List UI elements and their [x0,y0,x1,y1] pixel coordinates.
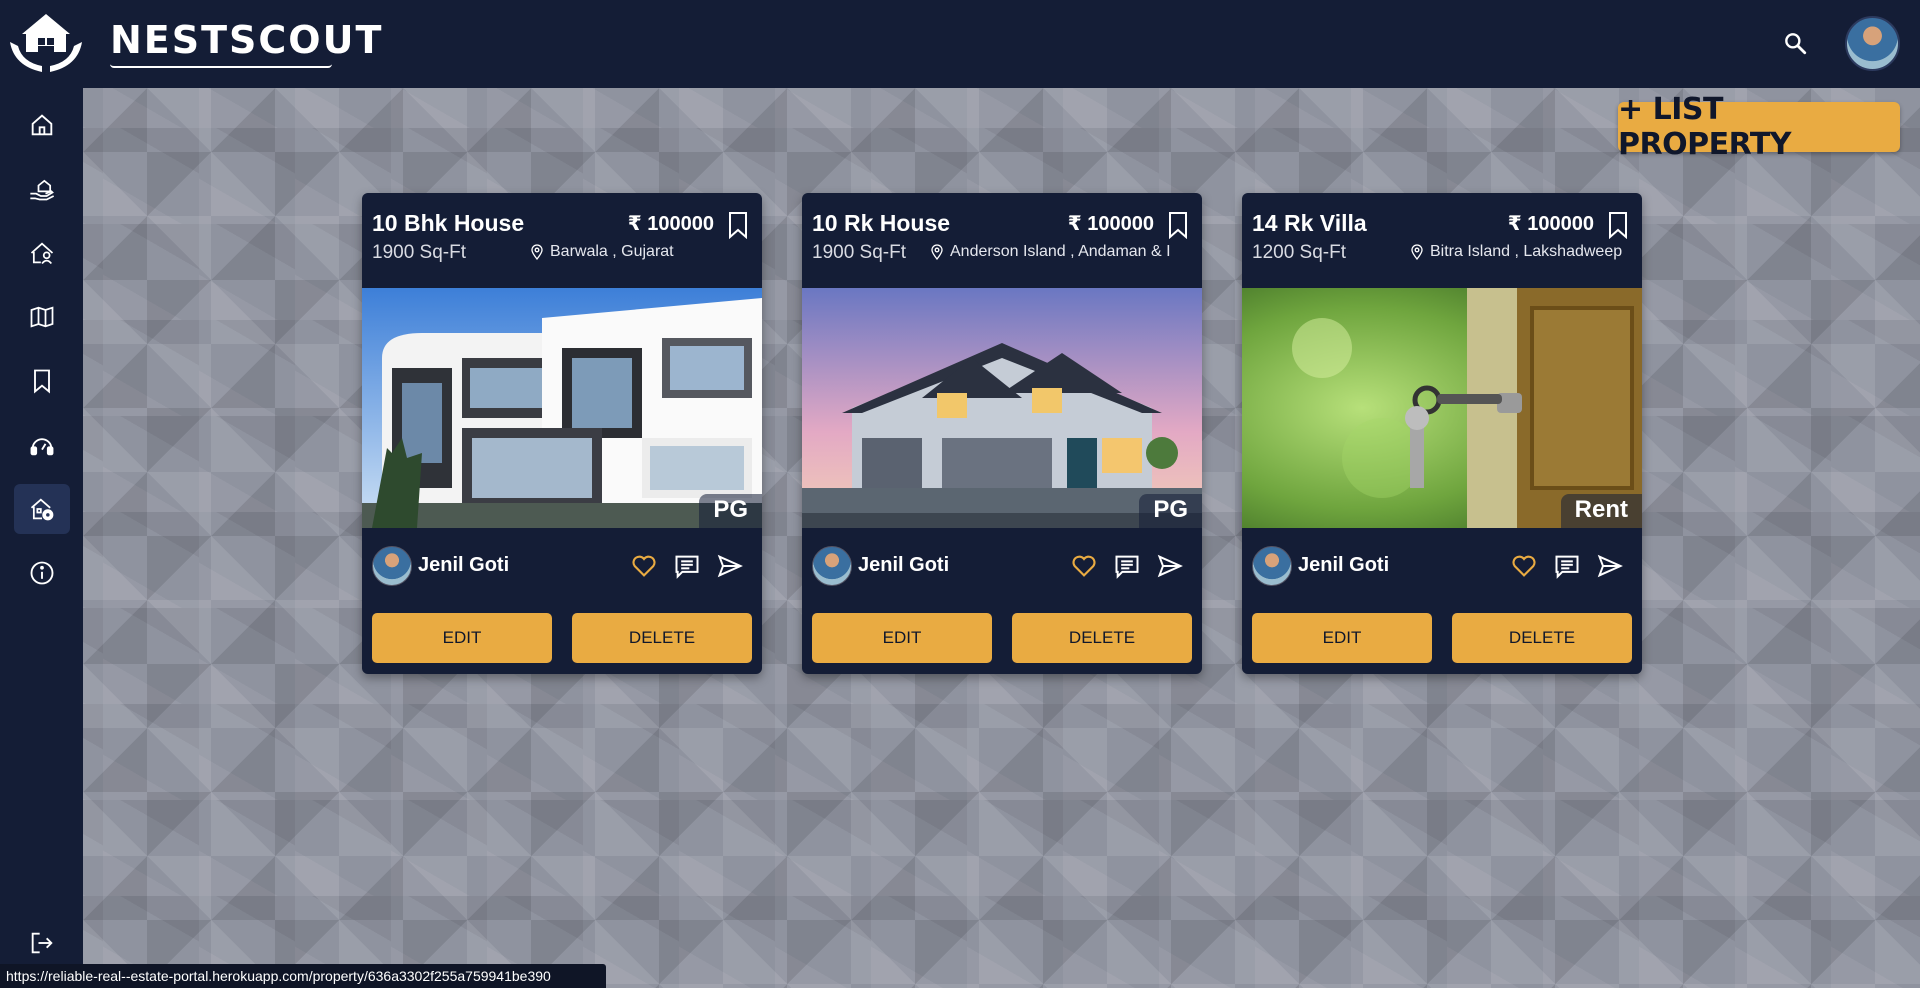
sidebar-item-map[interactable] [14,292,70,342]
property-type-tag: PG [699,494,762,528]
modern-house-photo [362,288,762,528]
owner-row: Jenil Goti [802,528,1202,603]
heart-icon[interactable] [630,552,658,580]
owner-row: Jenil Goti [362,528,762,603]
house-hand-icon [30,179,55,201]
property-type-tag: Rent [1560,494,1642,528]
owner-name[interactable]: Jenil Goti [418,554,509,577]
property-size: 1900 Sq-Ft [812,242,906,263]
owner-avatar[interactable] [372,546,412,586]
heart-icon[interactable] [1070,552,1098,580]
headset-icon [30,438,54,456]
list-property-button[interactable]: + LIST PROPERTY [1618,92,1900,162]
delete-button[interactable]: DELETE [1012,613,1192,663]
owner-avatar[interactable] [812,546,852,586]
comment-icon[interactable] [673,552,701,580]
house-user-icon [30,242,54,265]
bookmark-icon[interactable] [1166,211,1190,239]
card-actions: EDIT DELETE [362,603,762,674]
logo-icon[interactable] [8,8,84,78]
location-pin-icon [1411,244,1423,260]
home-icon [31,114,53,136]
sidebar-item-logout[interactable] [14,918,70,968]
owner-name[interactable]: Jenil Goti [1298,554,1389,577]
sidebar-item-agents[interactable] [14,228,70,278]
sidebar-item-about[interactable] [14,548,70,598]
property-price: ₹ 100000 [627,213,714,235]
edit-button[interactable]: EDIT [372,613,552,663]
status-bar-url: https://reliable-real--estate-portal.her… [0,964,606,988]
owner-row: Jenil Goti [1242,528,1642,603]
brand-name[interactable]: NESTSCOUT [110,18,383,62]
bookmark-icon[interactable] [1606,211,1630,239]
property-location: Barwala , Gujarat [530,243,750,261]
user-avatar[interactable] [1845,16,1900,71]
house-settings-icon [30,498,54,521]
delete-button[interactable]: DELETE [1452,613,1632,663]
card-header: 10 Rk House 1900 Sq-Ft ₹ 100000 Anderson… [802,193,1202,288]
property-card[interactable]: 14 Rk Villa 1200 Sq-Ft ₹ 100000 Bitra Is… [1242,193,1642,674]
property-price: ₹ 100000 [1067,213,1154,235]
search-icon [1785,33,1807,55]
bookmark-icon [34,369,50,394]
card-actions: EDIT DELETE [802,603,1202,674]
property-size: 1900 Sq-Ft [372,242,466,263]
owner-avatar[interactable] [1252,546,1292,586]
property-size: 1200 Sq-Ft [1252,242,1346,263]
send-icon[interactable] [1156,552,1184,580]
property-card[interactable]: 10 Bhk House 1900 Sq-Ft ₹ 100000 Barwala… [362,193,762,674]
sidebar [0,88,83,988]
property-image[interactable]: PG [362,288,762,528]
property-title[interactable]: 14 Rk Villa [1252,210,1367,237]
property-title[interactable]: 10 Bhk House [372,210,524,237]
property-price: ₹ 100000 [1507,213,1594,235]
search-button[interactable] [1780,28,1810,58]
info-icon [30,561,54,585]
property-image[interactable]: PG [802,288,1202,528]
delete-button[interactable]: DELETE [572,613,752,663]
property-location: Bitra Island , Lakshadweep [1410,243,1630,261]
property-location-text: Bitra Island , Lakshadweep [1430,243,1623,260]
brand-underline [110,64,332,68]
top-header: NESTSCOUT [0,0,1920,88]
suburban-house-photo [802,288,1202,528]
sidebar-item-support[interactable] [14,420,70,470]
property-title[interactable]: 10 Rk House [812,210,950,237]
logout-icon [31,932,53,954]
property-location-text: Anderson Island , Andaman & I [950,243,1171,260]
comment-icon[interactable] [1553,552,1581,580]
property-location-text: Barwala , Gujarat [550,243,674,260]
sidebar-item-saved[interactable] [14,356,70,406]
sidebar-item-home[interactable] [14,100,70,150]
property-image[interactable]: Rent [1242,288,1642,528]
edit-button[interactable]: EDIT [812,613,992,663]
property-type-tag: PG [1139,494,1202,528]
owner-name[interactable]: Jenil Goti [858,554,949,577]
card-header: 10 Bhk House 1900 Sq-Ft ₹ 100000 Barwala… [362,193,762,288]
edit-button[interactable]: EDIT [1252,613,1432,663]
sidebar-item-buy[interactable] [14,164,70,214]
comment-icon[interactable] [1113,552,1141,580]
property-card[interactable]: 10 Rk House 1900 Sq-Ft ₹ 100000 Anderson… [802,193,1202,674]
card-header: 14 Rk Villa 1200 Sq-Ft ₹ 100000 Bitra Is… [1242,193,1642,288]
location-pin-icon [531,244,543,260]
card-actions: EDIT DELETE [1242,603,1642,674]
bookmark-icon[interactable] [726,211,750,239]
sidebar-item-my-properties[interactable] [14,484,70,534]
property-location: Anderson Island , Andaman & I [930,243,1180,261]
location-pin-icon [931,244,943,260]
send-icon[interactable] [716,552,744,580]
door-key-photo [1242,288,1642,528]
heart-icon[interactable] [1510,552,1538,580]
map-icon [30,306,54,328]
send-icon[interactable] [1596,552,1624,580]
